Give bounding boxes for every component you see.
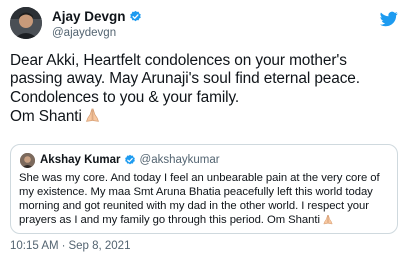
tweet-text: Dear Akki, Heartfelt condolences on your… [10, 52, 402, 128]
verified-badge-icon [129, 10, 142, 23]
tweet-date[interactable]: Sep 8, 2021 [68, 240, 130, 252]
folded-hands-emoji [322, 214, 334, 230]
quoted-author-avatar[interactable] [20, 153, 35, 168]
verified-badge-icon [124, 154, 136, 166]
quoted-author-handle[interactable]: @akshaykumar [140, 154, 220, 166]
author-name[interactable]: Ajay Devgn [52, 9, 126, 24]
meta-separator: · [61, 240, 66, 252]
quoted-author-name[interactable]: Akshay Kumar [40, 154, 121, 166]
quoted-tweet-text: She was my core. And today I feel an unb… [19, 172, 395, 230]
tweet-time[interactable]: 10:15 AM [10, 240, 59, 252]
author-name-row[interactable]: Ajay Devgn [52, 9, 142, 24]
quoted-tweet[interactable]: Akshay Kumar @akshaykumar She was my cor… [10, 144, 398, 234]
folded-hands-emoji [84, 107, 101, 128]
tweet-text-content: Dear Akki, Heartfelt condolences on your… [10, 52, 360, 125]
tweet-timestamp[interactable]: 10:15 AM · Sep 8, 2021 [10, 240, 130, 252]
author-avatar[interactable] [10, 7, 42, 39]
author-handle[interactable]: @ajaydevgn [52, 27, 116, 39]
twitter-bird-icon[interactable] [380, 10, 398, 28]
tweet-card: Ajay Devgn @ajaydevgn Dear Akki, Heartfe… [0, 0, 408, 263]
quoted-author-row[interactable]: Akshay Kumar @akshaykumar [40, 154, 220, 166]
